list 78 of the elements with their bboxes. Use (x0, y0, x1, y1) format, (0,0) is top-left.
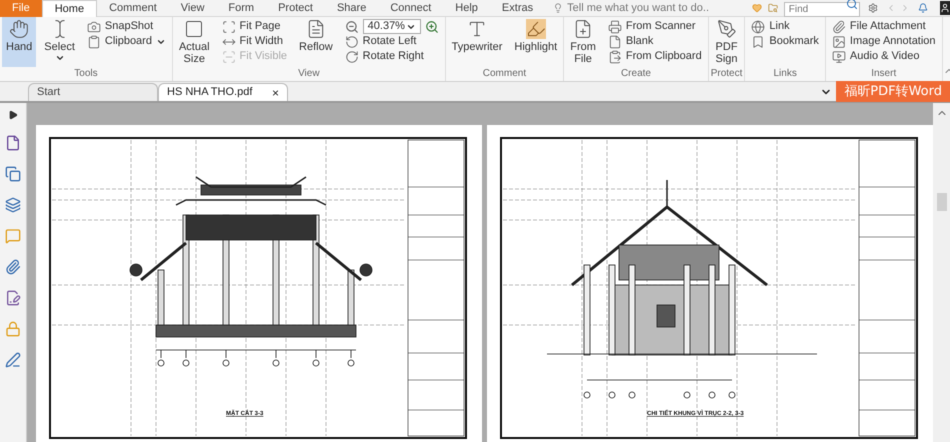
menu-tab[interactable]: Home (42, 0, 98, 16)
lightbulb-icon (553, 1, 564, 15)
ribbon-small-button[interactable]: Clipboard (86, 34, 166, 49)
fit-frame-icon (222, 50, 236, 64)
ribbon-button[interactable]: Highlight (510, 17, 562, 67)
ribbon-small-button[interactable]: From Scanner (608, 19, 702, 34)
ribbon-button[interactable]: Select (40, 17, 79, 67)
clipboard-icon (86, 34, 101, 48)
search-icon (846, 0, 858, 10)
ribbon-button[interactable]: Reflow (295, 17, 337, 67)
blank-page-icon (608, 34, 622, 48)
ribbon-small-button[interactable]: SnapShot (86, 19, 166, 34)
fit-frame-icon (222, 20, 236, 34)
ribbon-small-button[interactable]: Image Annotation (832, 34, 936, 49)
pen-icon[interactable] (5, 352, 21, 368)
ribbon-button[interactable]: Typewriter (448, 17, 506, 67)
find-field[interactable]: Find (784, 2, 860, 17)
ribbon-button[interactable]: From File (566, 17, 600, 67)
menu-tab[interactable]: Share (324, 0, 378, 16)
group-label: View (297, 68, 321, 80)
caret-icon (54, 53, 65, 63)
ribbon-button[interactable]: Hand (2, 17, 36, 67)
ribbon-small-button[interactable]: Rotate Left (344, 34, 439, 49)
ribbon-small-button[interactable]: From Clipboard (608, 49, 702, 64)
paperclip-icon[interactable] (5, 259, 21, 275)
clipboard-paste-icon (608, 50, 622, 64)
globe-icon (751, 20, 766, 34)
signature-icon[interactable] (5, 290, 21, 306)
group-label: Insert (870, 68, 898, 80)
bookmark-icon (751, 34, 766, 48)
scroll-thumb[interactable] (936, 193, 946, 211)
pages-icon[interactable] (5, 166, 21, 182)
ribbon-small-button[interactable]: Fit Page (222, 19, 288, 34)
expand-panel-icon[interactable] (8, 110, 18, 120)
ribbon-small-button[interactable]: Bookmark (751, 34, 819, 49)
video-icon (832, 50, 846, 64)
ribbon-small-button[interactable]: Rotate Right (344, 49, 439, 64)
menu-tab[interactable]: Help (443, 0, 490, 16)
hand-icon (9, 19, 30, 39)
pen-icon (716, 19, 737, 39)
paperclip-icon (832, 20, 846, 34)
image-icon (832, 34, 846, 48)
menu-tab[interactable]: Form (216, 0, 266, 16)
page-icon[interactable] (5, 135, 21, 151)
bell-icon[interactable] (918, 1, 928, 15)
ribbon-small-button[interactable]: File Attachment (832, 19, 936, 34)
rotate-right-icon (344, 50, 359, 64)
document-tab[interactable]: HS NHA THO.pdf × (158, 83, 288, 101)
user-icon[interactable] (940, 1, 950, 15)
ribbon-small-button[interactable]: Audio & Video (832, 49, 936, 64)
document-tab[interactable]: Start (28, 83, 158, 101)
group-label: Tools (73, 68, 99, 80)
menu-tab[interactable]: Extras (490, 0, 546, 16)
group-label: Comment (482, 68, 528, 80)
folder-search-icon[interactable] (768, 1, 778, 15)
ribbon-small-button[interactable]: Fit Width (222, 34, 288, 49)
menu-tab[interactable]: View (168, 0, 216, 16)
ribbon-small-button[interactable]: Link (751, 19, 819, 34)
zoom-out-icon[interactable] (344, 20, 359, 34)
layers-icon[interactable] (5, 197, 21, 213)
tell-me-field[interactable]: Tell me what you want to do.. (563, 0, 738, 16)
camera-icon (86, 20, 101, 34)
zoom-field[interactable]: 40.37% (362, 19, 421, 34)
group-label: Create (620, 68, 652, 80)
ribbon-button[interactable]: Actual Size (174, 17, 214, 67)
zoom-in-icon[interactable] (424, 20, 439, 34)
group-label: Protect (710, 68, 742, 80)
ribbon-small-button[interactable]: Blank (608, 34, 702, 49)
ribbon-button[interactable]: PDF Sign (710, 17, 742, 67)
group-label: Links (772, 68, 798, 80)
page-frame-icon (184, 19, 204, 39)
menu-tab[interactable]: Connect (378, 0, 444, 16)
close-tab-button[interactable]: × (272, 84, 279, 102)
highlighter-icon (526, 19, 546, 39)
settings-icon[interactable] (868, 1, 878, 15)
menu-tab[interactable]: Protect (266, 0, 325, 16)
rotate-left-icon (344, 34, 359, 48)
menu-tab[interactable]: Comment (97, 0, 169, 16)
